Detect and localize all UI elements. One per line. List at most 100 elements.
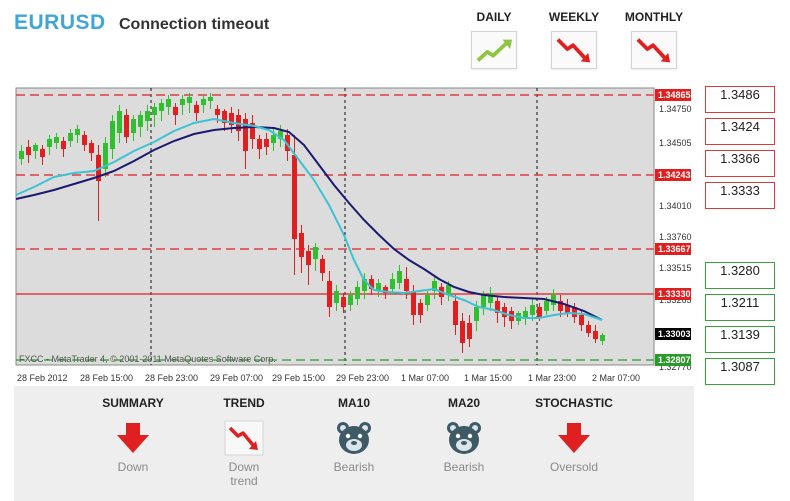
down-arrow-icon bbox=[117, 423, 149, 453]
resistance-level-4: 1.3333 bbox=[705, 182, 775, 209]
indicator-title: MA20 bbox=[447, 396, 480, 410]
candle-bear bbox=[173, 107, 178, 115]
time-label: 1 Mar 07:00 bbox=[401, 373, 449, 383]
period-monthly[interactable]: MONTHLY bbox=[616, 10, 692, 69]
price-chart: 1.34750 1.34505 1.34010 1.33760 1.33515 … bbox=[14, 85, 694, 386]
candle-bull bbox=[600, 335, 605, 341]
time-label: 28 Feb 2012 bbox=[17, 373, 68, 383]
indicator-summary[interactable]: SUMMARY Down bbox=[78, 396, 188, 474]
chart-watermark: FXCC - MetaTrader 4, © 2001-2011 MetaQuo… bbox=[19, 354, 276, 364]
trend-down-icon bbox=[224, 420, 264, 456]
candle-bear bbox=[404, 279, 409, 291]
indicator-title: MA10 bbox=[337, 396, 370, 410]
candle-bear bbox=[341, 297, 346, 307]
down-arrow-icon bbox=[558, 423, 590, 453]
support-level-3: 1.3139 bbox=[705, 326, 775, 353]
period-label: WEEKLY bbox=[548, 10, 600, 24]
candle-bear bbox=[593, 331, 598, 339]
candle-bull bbox=[110, 121, 115, 149]
price-tick: 1.34505 bbox=[659, 138, 692, 148]
candle-bull bbox=[152, 107, 157, 115]
indicator-panel: SUMMARY Down TREND Down trend MA10 Beari… bbox=[14, 386, 694, 501]
candle-bull bbox=[481, 295, 486, 307]
candle-bull bbox=[271, 135, 276, 143]
resistance-level-2: 1.3424 bbox=[705, 118, 775, 145]
period-label: DAILY bbox=[476, 10, 512, 24]
price-tick: 1.33515 bbox=[659, 263, 692, 273]
candle-bull bbox=[348, 295, 353, 305]
bear-icon bbox=[447, 422, 481, 454]
price-tick: 1.33760 bbox=[659, 232, 692, 242]
candle-bull bbox=[201, 99, 206, 105]
resistance-level-1: 1.3486 bbox=[705, 86, 775, 113]
candle-bull bbox=[138, 115, 143, 127]
candle-bull bbox=[474, 307, 479, 321]
symbol-title: EURUSD bbox=[14, 11, 106, 34]
candle-bear bbox=[299, 233, 304, 257]
candle-bull bbox=[68, 133, 73, 141]
time-label: 29 Feb 23:00 bbox=[336, 373, 389, 383]
price-tag-bottom: 1.32807 bbox=[658, 355, 691, 365]
price-tag: 1.33330 bbox=[658, 289, 691, 299]
price-tag-top: 1.34865 bbox=[658, 90, 691, 100]
indicator-stochastic[interactable]: STOCHASTIC Oversold bbox=[519, 396, 629, 474]
time-label: 28 Feb 23:00 bbox=[145, 373, 198, 383]
indicator-value: Bearish bbox=[333, 460, 375, 474]
support-level-1: 1.3280 bbox=[705, 262, 775, 289]
candle-bull bbox=[187, 97, 192, 103]
candle-bull bbox=[19, 151, 24, 159]
candle-bull bbox=[544, 301, 549, 311]
period-label: MONTHLY bbox=[624, 10, 684, 24]
indicator-value: Oversold bbox=[549, 460, 599, 474]
candle-bull bbox=[180, 99, 185, 105]
candle-bear bbox=[327, 281, 332, 307]
time-label: 1 Mar 23:00 bbox=[528, 373, 576, 383]
bear-icon bbox=[337, 422, 371, 454]
candle-bear bbox=[61, 141, 66, 149]
candle-bear bbox=[467, 323, 472, 339]
candle-bull bbox=[54, 137, 59, 143]
candle-bull bbox=[117, 111, 122, 133]
candle-bull bbox=[313, 247, 318, 259]
candle-bull bbox=[390, 279, 395, 289]
indicator-ma10[interactable]: MA10 Bearish bbox=[299, 396, 409, 474]
resistance-level-3: 1.3366 bbox=[705, 150, 775, 177]
candle-bear bbox=[215, 109, 220, 115]
candle-bear bbox=[257, 139, 262, 149]
candle-bull bbox=[208, 97, 213, 101]
candle-bull bbox=[166, 99, 171, 107]
candle-bull bbox=[397, 271, 402, 283]
price-tick: 1.34010 bbox=[659, 201, 692, 211]
candle-bear bbox=[453, 301, 458, 325]
indicator-title: TREND bbox=[223, 396, 265, 410]
candle-bear bbox=[460, 321, 465, 343]
candle-bull bbox=[33, 145, 38, 151]
period-daily[interactable]: DAILY bbox=[456, 10, 532, 69]
candle-bear bbox=[579, 315, 584, 325]
candle-bull bbox=[159, 103, 164, 111]
candle-bull bbox=[355, 287, 360, 299]
candle-bull bbox=[530, 305, 535, 315]
price-tag: 1.34243 bbox=[658, 170, 691, 180]
candle-bear bbox=[418, 303, 423, 315]
connection-status: Connection timeout bbox=[119, 16, 270, 33]
candle-bull bbox=[334, 291, 339, 303]
indicator-ma20[interactable]: MA20 Bearish bbox=[409, 396, 519, 474]
price-tag: 1.33667 bbox=[658, 244, 691, 254]
candle-bull bbox=[47, 139, 52, 147]
candle-bear bbox=[292, 155, 297, 239]
support-level-2: 1.3211 bbox=[705, 294, 775, 321]
indicator-value: Bearish bbox=[443, 460, 485, 474]
indicator-title: SUMMARY bbox=[102, 396, 164, 410]
time-label: 1 Mar 15:00 bbox=[464, 373, 512, 383]
time-label: 29 Feb 07:00 bbox=[210, 373, 263, 383]
candle-bear bbox=[194, 105, 199, 113]
time-label: 2 Mar 07:00 bbox=[592, 373, 640, 383]
time-label: 29 Feb 15:00 bbox=[272, 373, 325, 383]
indicator-trend[interactable]: TREND Down trend bbox=[189, 396, 299, 488]
signal-widget: EURUSD Connection timeout DAILY WEEKLY M… bbox=[0, 0, 790, 501]
candle-bear bbox=[26, 147, 31, 155]
indicator-title: STOCHASTIC bbox=[535, 396, 613, 410]
period-weekly[interactable]: WEEKLY bbox=[536, 10, 612, 69]
price-tick: 1.34750 bbox=[659, 104, 692, 114]
